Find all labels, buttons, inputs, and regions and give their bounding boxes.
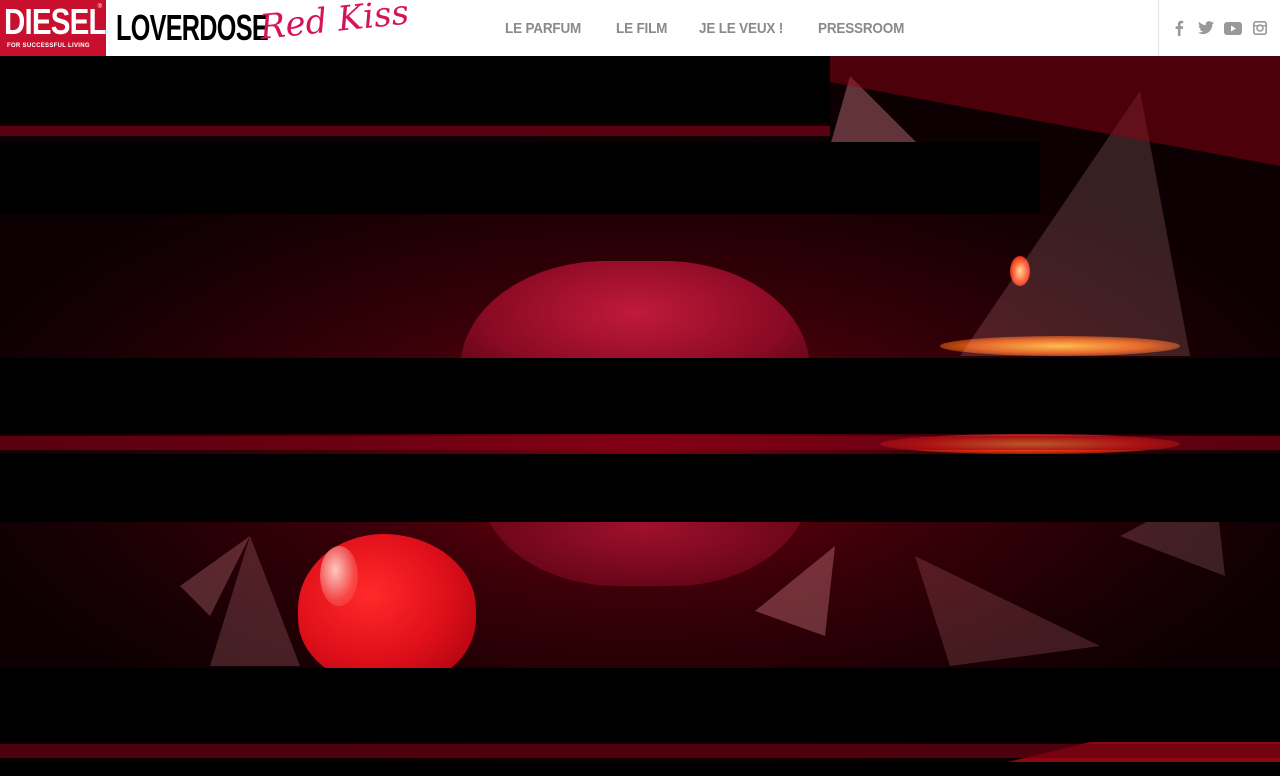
glitch-bar <box>0 358 1280 434</box>
red-line <box>0 744 1280 758</box>
instagram-icon[interactable] <box>1251 19 1269 37</box>
glitch-bar <box>0 56 830 122</box>
site-header: DIESEL ® FOR SUCCESSFUL LIVING LOVERDOSE… <box>0 0 1280 56</box>
glitch-bar <box>0 454 1280 522</box>
diesel-logo-tagline: FOR SUCCESSFUL LIVING <box>7 43 90 49</box>
glitch-bar <box>0 668 1280 742</box>
nav-pressroom[interactable]: PRESSROOM <box>818 20 904 37</box>
facebook-icon[interactable] <box>1170 19 1188 37</box>
social-links <box>1158 0 1280 56</box>
red-line <box>0 436 1280 450</box>
diesel-logo-word: DIESEL <box>4 1 107 42</box>
nav-le-parfum[interactable]: LE PARFUM <box>505 20 581 37</box>
twitter-icon[interactable] <box>1197 19 1215 37</box>
youtube-icon[interactable] <box>1224 19 1243 37</box>
glitch-bar <box>0 762 1280 776</box>
red-line <box>0 126 830 136</box>
diesel-logo-registered: ® <box>97 4 102 10</box>
glitch-bar <box>0 142 1040 214</box>
diesel-logo[interactable]: DIESEL ® FOR SUCCESSFUL LIVING <box>0 0 107 56</box>
nav-je-le-veux[interactable]: JE LE VEUX ! <box>699 20 783 37</box>
brand-name: LOVERDOSE <box>116 7 269 48</box>
main-nav: LE PARFUM LE FILM JE LE VEUX ! PRESSROOM <box>505 0 940 56</box>
nav-le-film[interactable]: LE FILM <box>616 20 667 37</box>
hero-video-background <box>0 56 1280 776</box>
brand-script-name: Red Kiss <box>257 0 411 48</box>
